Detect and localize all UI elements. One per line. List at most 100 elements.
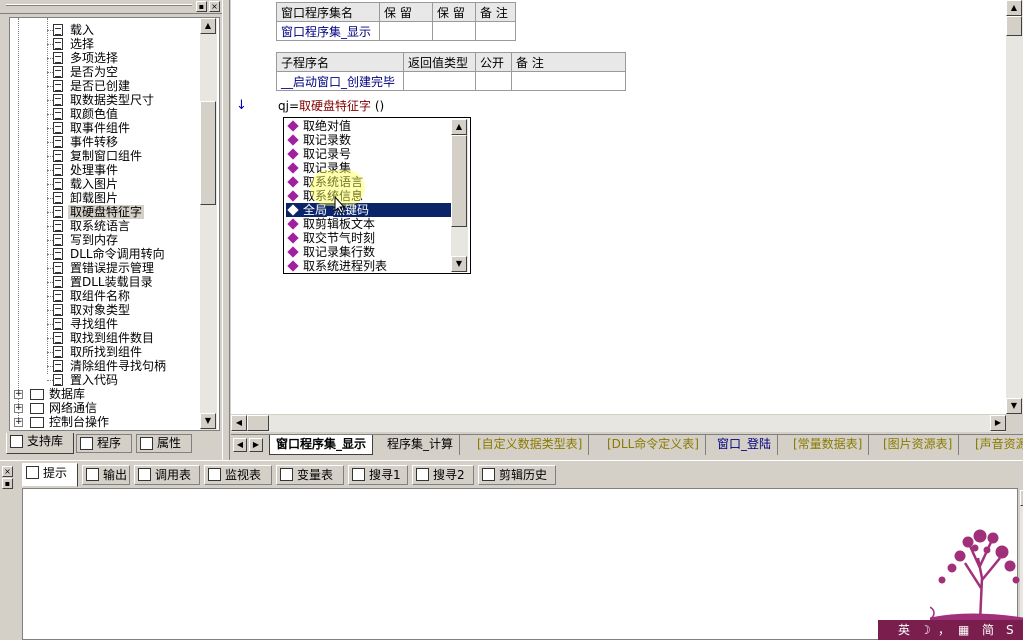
tree-item[interactable]: 是否已创建 <box>68 79 132 93</box>
bottom-tab[interactable]: 搜寻2 <box>412 465 474 485</box>
scroll-thumb[interactable] <box>451 135 467 227</box>
keyboard-icon[interactable]: ▦ <box>958 620 969 640</box>
panel-splitter[interactable] <box>222 0 230 460</box>
panel-pin-button[interactable]: ▪ <box>196 1 207 12</box>
tree-item[interactable]: 置错误提示管理 <box>68 261 156 275</box>
ime-language[interactable]: 英 <box>898 620 910 640</box>
tree-item[interactable]: 写到内存 <box>68 233 120 247</box>
scroll-up-button[interactable]: ▲ <box>451 119 467 135</box>
tree-item[interactable]: 是否为空 <box>68 65 120 79</box>
autocomplete-item[interactable]: 取剪辑板文本 <box>286 217 452 231</box>
reserved-cell[interactable] <box>432 21 476 41</box>
tab-program[interactable]: 程序 <box>76 434 132 453</box>
bottom-tab[interactable]: 剪辑历史 <box>478 465 556 485</box>
autocomplete-item[interactable]: 取绝对值 <box>286 119 452 133</box>
tree-item[interactable]: 事件转移 <box>68 135 120 149</box>
tree-item[interactable]: 载入图片 <box>68 177 120 191</box>
autocomplete-item[interactable]: 取交节气时刻 <box>286 231 452 245</box>
tree-item[interactable]: 清除组件寻找句柄 <box>68 359 168 373</box>
file-tab-constants[interactable]: [常量数据表] <box>787 435 870 455</box>
hint-output-area[interactable]: ▲ <box>22 488 1023 640</box>
panel-close-button[interactable]: × <box>209 1 220 12</box>
tree-item[interactable]: 处理事件 <box>68 163 120 177</box>
panel-pin-button[interactable]: ▪ <box>2 478 13 489</box>
tree-item[interactable]: 载入 <box>68 23 96 37</box>
autocomplete-item[interactable]: 取记录号 <box>286 147 452 161</box>
editor-hscrollbar[interactable]: ◀ ▶ <box>231 415 1006 432</box>
bottom-tab[interactable]: 提示 <box>22 463 78 487</box>
remark-cell[interactable] <box>511 71 626 91</box>
tab-support-library[interactable]: 支持库 <box>6 433 74 454</box>
return-type-cell[interactable] <box>403 71 476 91</box>
moon-icon[interactable]: ☽ <box>920 620 931 640</box>
file-tab-sounds[interactable]: [声音资源 <box>969 435 1023 455</box>
file-tab-assembly-calc[interactable]: 程序集_计算 <box>381 435 461 455</box>
scroll-down-button[interactable]: ▼ <box>200 413 216 429</box>
reserved-cell[interactable] <box>379 21 433 41</box>
tree-item[interactable]: 复制窗口组件 <box>68 149 144 163</box>
tree-item[interactable]: 卸载图片 <box>68 191 120 205</box>
tab-properties[interactable]: 属性 <box>136 434 192 453</box>
bottom-tab[interactable]: 变量表 <box>276 465 344 485</box>
tree-group[interactable]: 控制台操作 <box>49 415 109 429</box>
panel-close-button[interactable]: × <box>2 466 13 477</box>
autocomplete-item[interactable]: 取记录集行数 <box>286 245 452 259</box>
bottom-tab[interactable]: 输出 <box>82 465 130 485</box>
tree-item[interactable]: 多项选择 <box>68 51 120 65</box>
public-cell[interactable] <box>475 71 512 91</box>
autocomplete-item[interactable]: 取记录数 <box>286 133 452 147</box>
scroll-thumb[interactable] <box>247 415 269 431</box>
file-tab-window-login[interactable]: 窗口_登陆 <box>711 435 779 455</box>
scroll-thumb[interactable] <box>1006 16 1022 36</box>
tree-item[interactable]: DLL命令调用转向 <box>68 247 167 261</box>
tree-item[interactable]: 取颜色值 <box>68 107 120 121</box>
autocomplete-scrollbar[interactable]: ▲ ▼ <box>451 119 468 272</box>
expand-icon[interactable]: + <box>14 418 23 427</box>
expand-icon[interactable]: + <box>14 390 23 399</box>
tree-item[interactable]: 置DLL装载目录 <box>68 275 155 289</box>
tree-item[interactable]: 寻找组件 <box>68 317 120 331</box>
tree-item[interactable]: 取组件名称 <box>68 289 132 303</box>
punctuation-icon[interactable]: ， <box>938 620 950 640</box>
scroll-up-button[interactable]: ▲ <box>200 18 216 34</box>
autocomplete-item[interactable]: 取系统进程列表 <box>286 259 452 273</box>
tab-next-button[interactable]: ▶ <box>249 438 263 452</box>
subroutine-name-cell[interactable]: __启动窗口_创建完毕 <box>276 71 404 91</box>
autocomplete-item[interactable]: 取记录集 <box>286 161 452 175</box>
tree-item[interactable]: 选择 <box>68 37 96 51</box>
autocomplete-item[interactable]: 全局_热键码 <box>286 203 452 217</box>
ime-mode[interactable]: 简 <box>982 620 994 640</box>
tree-scrollbar[interactable]: ▲ ▼ <box>200 18 217 430</box>
scroll-thumb[interactable] <box>200 101 216 205</box>
scroll-right-button[interactable]: ▶ <box>990 415 1006 431</box>
bottom-tab[interactable]: 搜寻1 <box>348 465 408 485</box>
ime-settings[interactable]: S <box>1006 620 1014 640</box>
editor-vscrollbar[interactable]: ▲ ▼ <box>1006 0 1023 414</box>
file-tab-window-display[interactable]: 窗口程序集_显示 <box>269 435 374 455</box>
remark-cell[interactable] <box>475 21 516 41</box>
tree-item[interactable]: 置入代码 <box>68 373 120 387</box>
scroll-up-button[interactable]: ▲ <box>1006 0 1022 16</box>
tree-item[interactable]: 取找到组件数目 <box>68 331 156 345</box>
tree-group[interactable]: 数据库 <box>49 387 85 401</box>
file-tab-dll-commands[interactable]: [DLL命令定义表] <box>601 435 706 455</box>
assembly-name-cell[interactable]: 窗口程序集_显示 <box>276 21 380 41</box>
tab-prev-button[interactable]: ◀ <box>233 438 247 452</box>
tree-item[interactable]: 取所找到组件 <box>68 345 144 359</box>
scroll-down-button[interactable]: ▼ <box>1006 398 1022 414</box>
bottom-tab[interactable]: 监视表 <box>204 465 272 485</box>
scroll-left-button[interactable]: ◀ <box>231 415 247 431</box>
tree-item[interactable]: 取系统语言 <box>68 219 132 233</box>
bottom-tab[interactable]: 调用表 <box>134 465 200 485</box>
expand-icon[interactable]: + <box>14 404 23 413</box>
scroll-down-button[interactable]: ▼ <box>451 256 467 272</box>
tree-group[interactable]: 网络通信 <box>49 401 97 415</box>
tree-item[interactable]: 取数据类型尺寸 <box>68 93 156 107</box>
tree-item[interactable]: 取对象类型 <box>68 303 132 317</box>
tree-item[interactable]: 取硬盘特征字 <box>68 205 145 219</box>
code-line[interactable]: qj=取硬盘特征字 () <box>278 98 384 114</box>
tree-item[interactable]: 取事件组件 <box>68 121 132 135</box>
file-tab-custom-types[interactable]: [自定义数据类型表] <box>471 435 590 455</box>
file-tab-images[interactable]: [图片资源表] <box>877 435 960 455</box>
panel-grip[interactable] <box>6 4 192 6</box>
